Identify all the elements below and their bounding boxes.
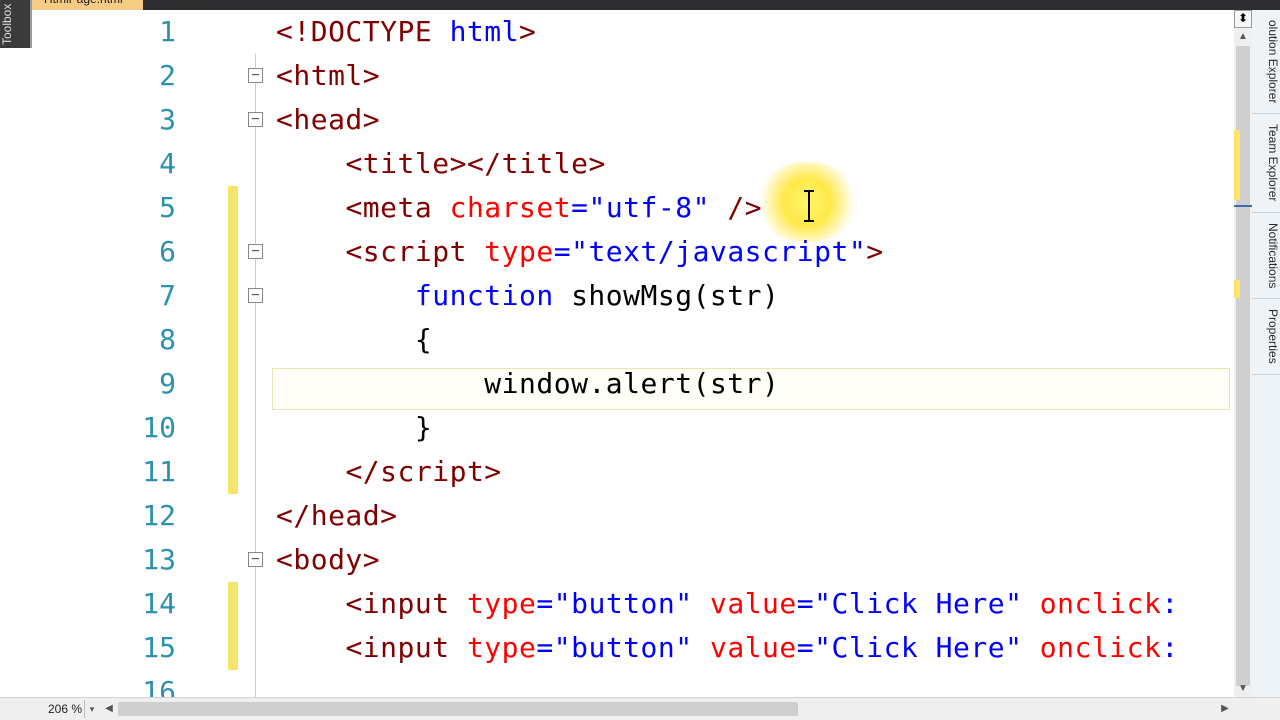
left-dock: Toolbox [0, 0, 32, 48]
code-text[interactable]: { [276, 318, 1234, 362]
code-line[interactable]: 13 −<body> [32, 538, 1234, 582]
line-number: 10 [32, 406, 176, 450]
code-text[interactable]: </head> [276, 494, 1234, 538]
change-marker [228, 582, 238, 626]
code-line[interactable]: 9 window.alert(str) [32, 362, 1234, 406]
line-number: 1 [32, 10, 176, 54]
code-text[interactable]: <html> [276, 54, 1234, 98]
line-number: 11 [32, 450, 176, 494]
code-line[interactable]: 6 − <script type="text/javascript"> [32, 230, 1234, 274]
code-text[interactable]: <head> [276, 98, 1234, 142]
split-editor-icon[interactable]: ⬍ [1234, 10, 1252, 28]
change-marker [228, 406, 238, 450]
code-text[interactable]: } [276, 406, 1234, 450]
change-mark [1234, 130, 1240, 200]
file-tab[interactable]: HtmlPage.html [32, 0, 143, 10]
code-line[interactable]: 2 −<html> [32, 54, 1234, 98]
fold-toggle-icon[interactable]: − [248, 112, 263, 127]
change-marker [228, 450, 238, 494]
line-number: 15 [32, 626, 176, 670]
outline-guide [255, 142, 256, 186]
outline-guide [255, 626, 256, 670]
line-number: 12 [32, 494, 176, 538]
status-bar: 206 % ▾ ◀ ▶ [0, 697, 1280, 720]
fold-toggle-icon[interactable]: − [248, 244, 263, 259]
change-marker [228, 318, 238, 362]
line-number: 9 [32, 362, 176, 406]
code-text[interactable]: <input type="button" value="Click Here" … [276, 582, 1234, 626]
code-text[interactable]: function showMsg(str) [276, 274, 1234, 318]
tab-close-icon[interactable]: × [185, 0, 201, 6]
code-line[interactable]: 8 { [32, 318, 1234, 362]
line-number: 13 [32, 538, 176, 582]
solution-explorer-tab[interactable]: olution Explorer [1252, 10, 1280, 114]
code-line[interactable]: 11 </script> [32, 450, 1234, 494]
notifications-tab[interactable]: Notifications [1252, 213, 1280, 299]
code-text[interactable]: <!DOCTYPE html> [276, 10, 1234, 54]
line-number: 2 [32, 54, 176, 98]
code-text[interactable]: window.alert(str) [276, 362, 1234, 406]
outline-guide [255, 362, 256, 406]
code-line[interactable]: 10 } [32, 406, 1234, 450]
toolbox-tab[interactable]: Toolbox [0, 0, 32, 54]
scroll-right-icon[interactable]: ▶ [1216, 700, 1234, 718]
outline-guide [255, 582, 256, 626]
code-line[interactable]: 5 <meta charset="utf-8" /> [32, 186, 1234, 230]
line-number: 14 [32, 582, 176, 626]
scroll-down-icon[interactable]: ▼ [1234, 680, 1252, 698]
horizontal-scrollbar[interactable]: ◀ ▶ [100, 700, 1234, 718]
change-marker [228, 362, 238, 406]
caret-position-mark [1234, 205, 1252, 207]
line-number: 16 [32, 670, 176, 698]
outline-guide [255, 450, 256, 494]
line-number: 6 [32, 230, 176, 274]
right-dock: olution Explorer Team Explorer Notificat… [1251, 10, 1280, 698]
change-marker [228, 186, 238, 230]
change-mark [1234, 280, 1240, 298]
line-number: 5 [32, 186, 176, 230]
outline-guide [255, 318, 256, 362]
outline-guide [255, 186, 256, 230]
code-text[interactable]: <input type="button" value="Click Here" … [276, 626, 1234, 670]
line-number: 8 [32, 318, 176, 362]
code-editor[interactable]: 1<!DOCTYPE html>2−<html>3−<head>4 <title… [32, 10, 1234, 698]
code-text[interactable]: </script> [276, 450, 1234, 494]
outline-guide [255, 670, 256, 698]
scroll-left-icon[interactable]: ◀ [100, 700, 118, 718]
hscroll-thumb[interactable] [118, 702, 798, 716]
change-marker [228, 626, 238, 670]
code-line[interactable]: 15 <input type="button" value="Click Her… [32, 626, 1234, 670]
code-line[interactable]: 4 <title></title> [32, 142, 1234, 186]
code-line[interactable]: 7 − function showMsg(str) [32, 274, 1234, 318]
fold-toggle-icon[interactable]: − [248, 288, 263, 303]
fold-toggle-icon[interactable]: − [248, 68, 263, 83]
code-line[interactable]: 12 </head> [32, 494, 1234, 538]
line-number: 7 [32, 274, 176, 318]
code-text[interactable]: <title></title> [276, 142, 1234, 186]
zoom-level[interactable]: 206 % [32, 700, 84, 718]
code-lines: 1<!DOCTYPE html>2−<html>3−<head>4 <title… [32, 10, 1234, 698]
line-number: 3 [32, 98, 176, 142]
properties-tab[interactable]: Properties [1252, 299, 1280, 375]
outline-guide [255, 406, 256, 450]
code-text[interactable]: <meta charset="utf-8" /> [276, 186, 1234, 230]
outline-guide [255, 494, 256, 538]
code-text[interactable]: <script type="text/javascript"> [276, 230, 1234, 274]
code-line[interactable]: 1 <!DOCTYPE html> [32, 10, 1234, 54]
code-line[interactable]: 16 [32, 670, 1234, 698]
change-marker [228, 230, 238, 274]
change-marker [228, 274, 238, 318]
code-line[interactable]: 14 <input type="button" value="Click Her… [32, 582, 1234, 626]
zoom-dropdown-icon[interactable]: ▾ [84, 700, 99, 718]
code-text[interactable]: <body> [276, 538, 1234, 582]
scroll-up-icon[interactable]: ▲ [1234, 28, 1252, 46]
fold-toggle-icon[interactable]: − [248, 552, 263, 567]
code-line[interactable]: 3 −<head> [32, 98, 1234, 142]
line-number: 4 [32, 142, 176, 186]
team-explorer-tab[interactable]: Team Explorer [1252, 114, 1280, 212]
app-root: HtmlPage.html × Toolbox olution Explorer… [0, 0, 1280, 720]
vertical-scrollbar[interactable]: ⬍ ▲ ▼ [1233, 10, 1252, 698]
